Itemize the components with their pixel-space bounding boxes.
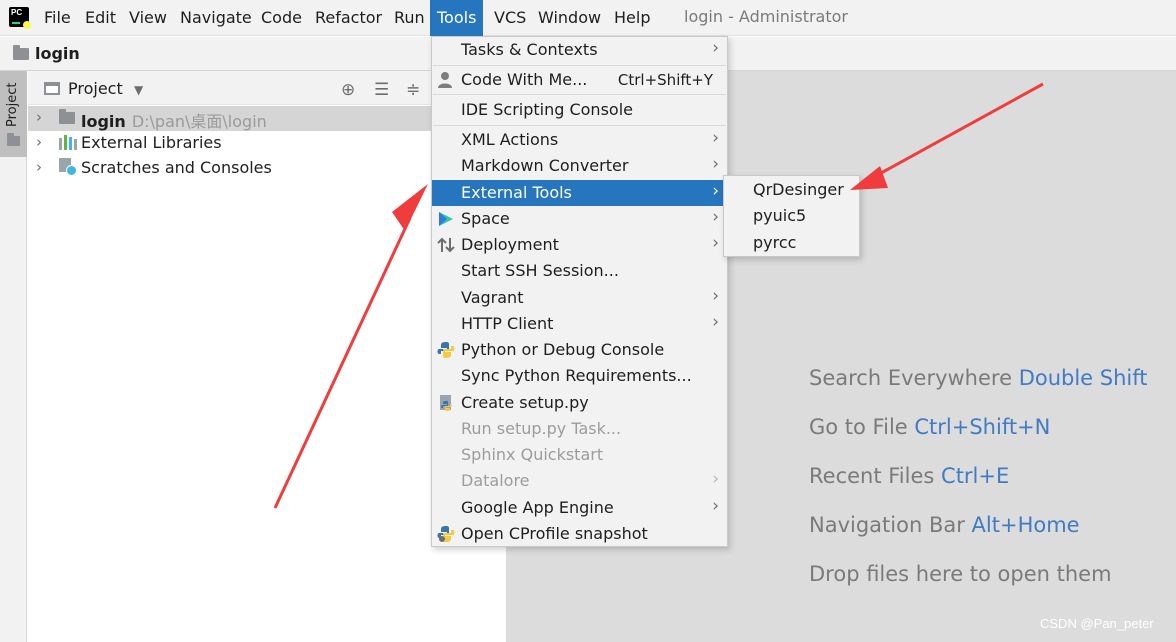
- menu-item-external-tools[interactable]: External Tools ›: [432, 180, 727, 206]
- menu-item-start-ssh-session[interactable]: Start SSH Session...: [432, 258, 727, 284]
- collapse-all-icon[interactable]: ≑: [406, 80, 420, 100]
- chevron-right-icon: ›: [712, 154, 719, 174]
- menu-item-markdown-converter[interactable]: Markdown Converter ›: [432, 153, 727, 179]
- expand-all-icon[interactable]: ☰: [374, 80, 389, 100]
- menu-separator: [433, 94, 726, 95]
- menu-item-datalore[interactable]: Datalore ›: [432, 468, 727, 494]
- menu-item-vagrant[interactable]: Vagrant ›: [432, 285, 727, 311]
- chevron-right-icon: ›: [712, 469, 719, 489]
- chevron-right-icon[interactable]: ›: [36, 158, 42, 176]
- menu-refactor[interactable]: Refactor: [315, 0, 382, 36]
- chevron-right-icon: ›: [712, 496, 719, 516]
- menu-file[interactable]: File: [44, 0, 71, 36]
- menu-run[interactable]: Run: [394, 0, 425, 36]
- folder-icon: [59, 109, 75, 124]
- menu-view[interactable]: View: [129, 0, 167, 36]
- chevron-right-icon: ›: [712, 181, 719, 201]
- menu-item-code-with-me[interactable]: Code With Me... Ctrl+Shift+Y: [432, 67, 727, 93]
- chevron-right-icon: ›: [712, 38, 719, 58]
- chevron-right-icon: ›: [712, 312, 719, 332]
- submenu-item-pyuic5[interactable]: pyuic5: [724, 203, 859, 230]
- menu-edit[interactable]: Edit: [85, 0, 116, 36]
- cprofile-icon: [437, 526, 455, 542]
- menu-item-python-debug-console[interactable]: Python or Debug Console: [432, 337, 727, 363]
- folder-icon: [13, 45, 29, 60]
- hint-navigation-bar: Navigation Bar Alt+Home: [809, 513, 1080, 537]
- python-icon: [437, 342, 455, 358]
- project-view-icon: [44, 82, 60, 95]
- chevron-right-icon: ›: [712, 128, 719, 148]
- submenu-item-qrdesinger[interactable]: QrDesinger: [724, 177, 859, 204]
- project-tool-tab[interactable]: Project: [0, 71, 27, 157]
- menu-item-http-client[interactable]: HTTP Client ›: [432, 311, 727, 337]
- tree-row-label: login D:\pan\桌面\login: [81, 112, 267, 131]
- chevron-right-icon[interactable]: ›: [36, 108, 42, 126]
- menu-item-create-setup-py[interactable]: Create setup.py: [432, 390, 727, 416]
- menu-item-run-setup-py-task[interactable]: Run setup.py Task...: [432, 416, 727, 442]
- menu-item-xml-actions[interactable]: XML Actions ›: [432, 127, 727, 153]
- scratches-icon: [59, 158, 77, 176]
- hint-drop-files: Drop files here to open them: [809, 562, 1112, 586]
- shortcut-label: Ctrl+Shift+Y: [617, 71, 713, 89]
- menu-item-sync-python-requirements[interactable]: Sync Python Requirements...: [432, 363, 727, 389]
- libraries-icon: [59, 135, 77, 150]
- menu-item-sphinx-quickstart[interactable]: Sphinx Quickstart: [432, 442, 727, 468]
- menu-item-ide-scripting-console[interactable]: IDE Scripting Console: [432, 97, 727, 123]
- locate-icon[interactable]: ⊕: [341, 80, 355, 100]
- project-tool-tab-label: Project: [5, 82, 20, 127]
- menu-item-open-cprofile-snapshot[interactable]: Open CProfile snapshot: [432, 521, 727, 547]
- chevron-down-icon[interactable]: ▼: [134, 83, 143, 97]
- watermark: CSDN @Pan_peter: [1040, 616, 1154, 631]
- menu-separator: [433, 125, 726, 126]
- chevron-right-icon: ›: [712, 207, 719, 227]
- menu-navigate[interactable]: Navigate: [180, 0, 252, 36]
- menu-help[interactable]: Help: [614, 0, 650, 36]
- project-view-selector[interactable]: Project: [68, 79, 123, 98]
- hint-recent-files: Recent Files Ctrl+E: [809, 464, 1010, 488]
- menu-vcs[interactable]: VCS: [494, 0, 526, 36]
- menu-item-space[interactable]: Space ›: [432, 206, 727, 232]
- menu-item-google-app-engine[interactable]: Google App Engine ›: [432, 495, 727, 521]
- space-icon: [439, 212, 453, 226]
- chevron-right-icon: ›: [712, 233, 719, 253]
- menu-window[interactable]: Window: [538, 0, 601, 36]
- menu-item-tasks-contexts[interactable]: Tasks & Contexts ›: [432, 37, 727, 63]
- hint-go-to-file: Go to File Ctrl+Shift+N: [809, 415, 1051, 439]
- pycharm-logo-icon: PC: [9, 7, 31, 29]
- external-tools-submenu: QrDesinger pyuic5 pyrcc: [723, 175, 860, 257]
- deployment-icon: [437, 237, 455, 253]
- folder-icon: [7, 133, 20, 146]
- chevron-right-icon: ›: [712, 286, 719, 306]
- menu-code[interactable]: Code: [261, 0, 302, 36]
- chevron-right-icon[interactable]: ›: [36, 133, 42, 151]
- breadcrumb-project[interactable]: login: [35, 44, 80, 63]
- tools-menu: Tasks & Contexts › Code With Me... Ctrl+Sh…: [431, 36, 728, 547]
- left-tool-stripe: Project: [0, 71, 27, 642]
- tree-row-label: Scratches and Consoles: [81, 158, 272, 177]
- hint-search-everywhere: Search Everywhere Double Shift: [809, 366, 1148, 390]
- menu-separator: [433, 65, 726, 66]
- setup-py-icon: [440, 395, 452, 411]
- person-icon: [438, 72, 452, 88]
- menu-item-deployment[interactable]: Deployment ›: [432, 232, 727, 258]
- tree-row-path: D:\pan\桌面\login: [131, 112, 267, 131]
- window-title: login - Administrator: [684, 7, 848, 26]
- submenu-item-pyrcc[interactable]: pyrcc: [724, 230, 859, 257]
- menu-tools[interactable]: Tools: [430, 0, 484, 36]
- tree-row-label: External Libraries: [81, 133, 222, 152]
- menubar: PC File Edit View Navigate Code Refactor…: [0, 0, 1176, 36]
